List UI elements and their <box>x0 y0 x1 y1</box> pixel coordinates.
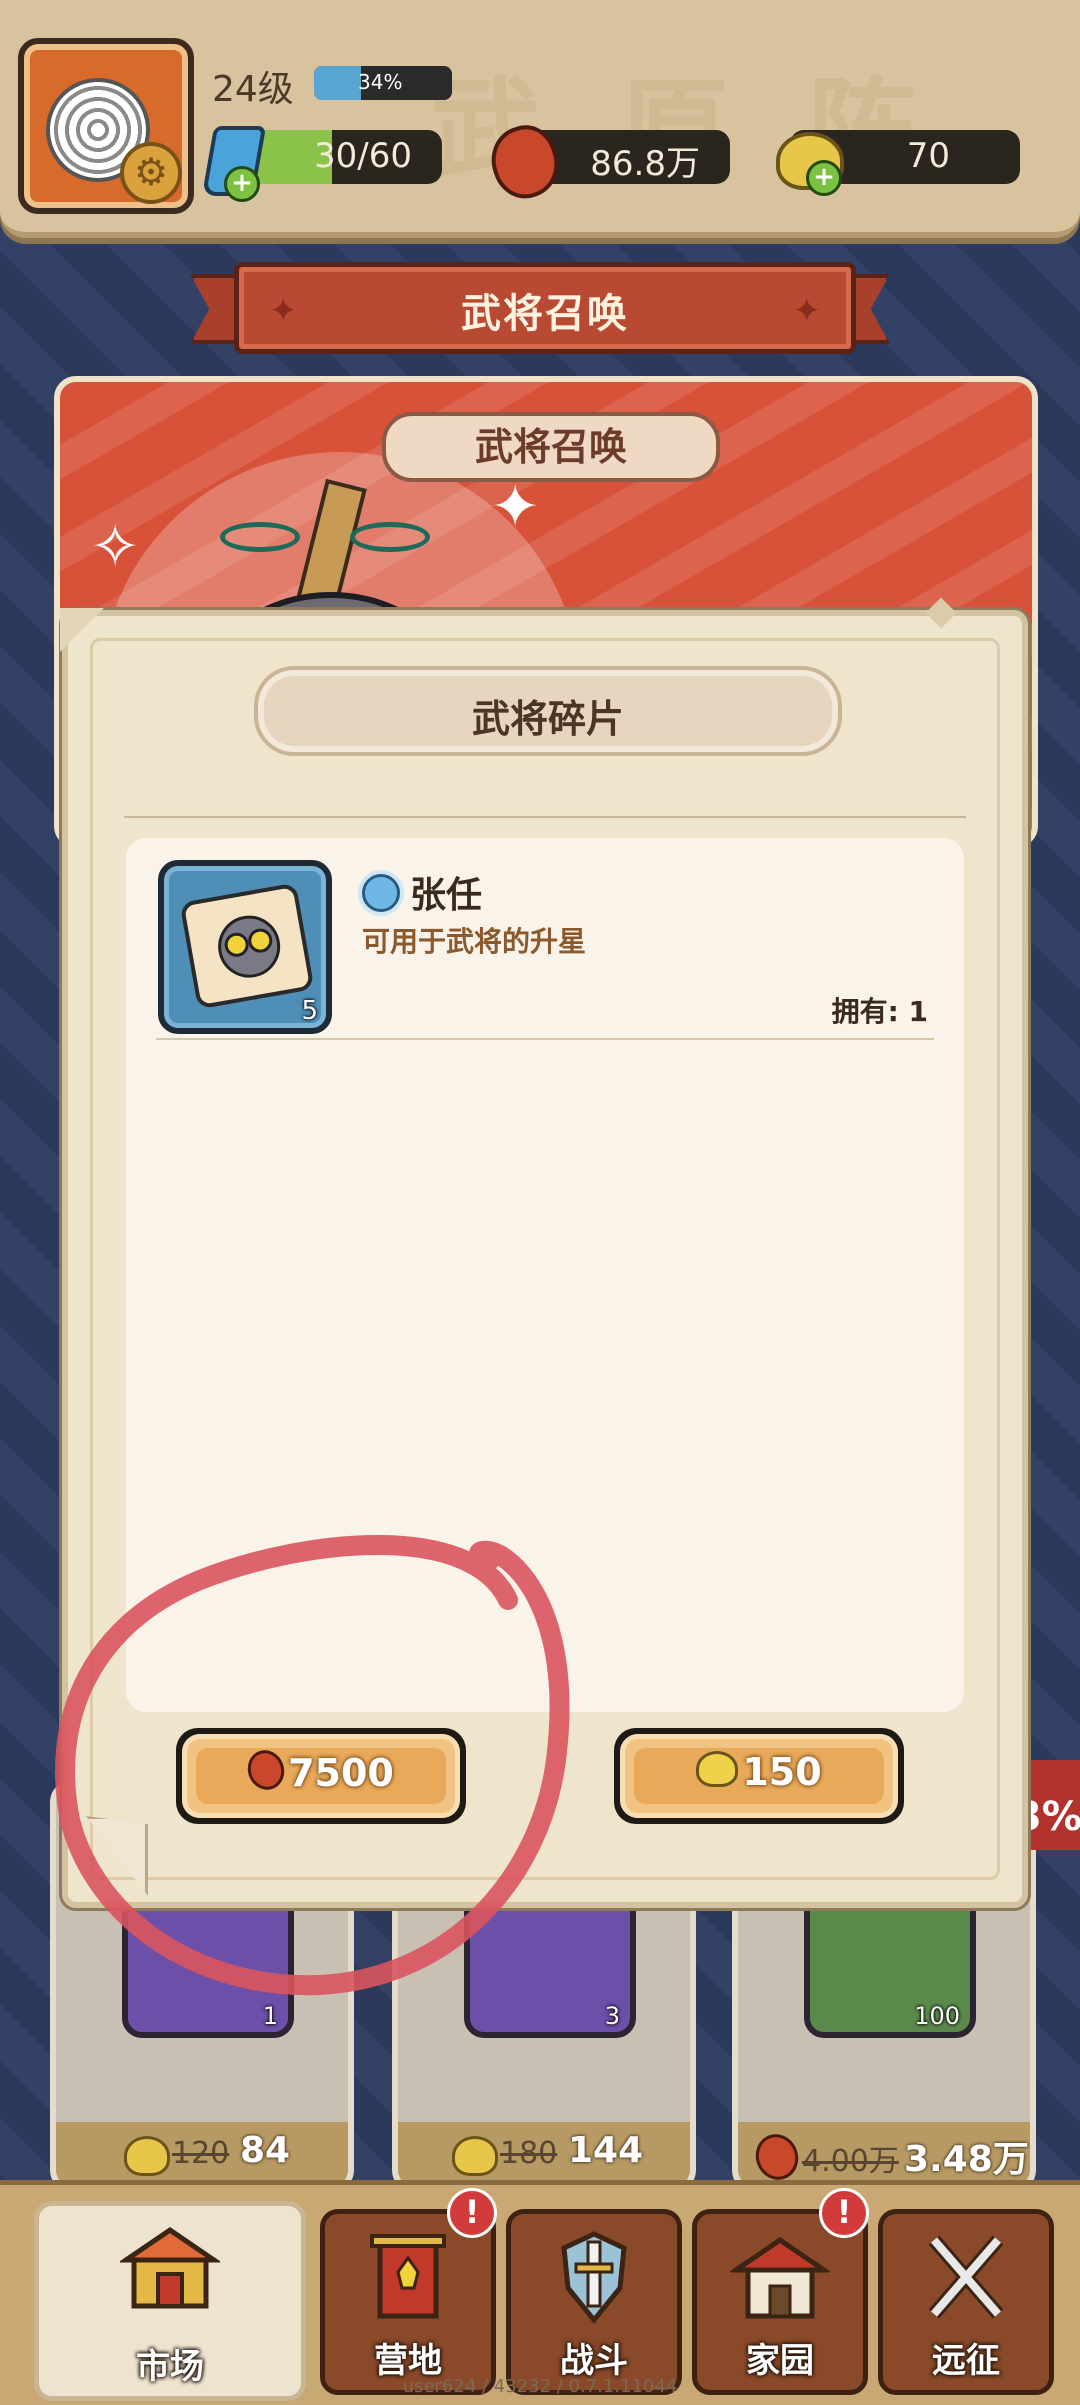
add-bun-icon[interactable]: + <box>806 160 842 196</box>
buy-with-beans-button[interactable]: 7500 <box>176 1728 466 1824</box>
nav-item-battle[interactable]: 战斗 <box>506 2209 682 2395</box>
energy-value: 30/60 <box>314 136 412 176</box>
expedition-icon <box>928 2235 1004 2319</box>
buy-buns-price: 150 <box>742 1750 822 1794</box>
buy-buns-label: 150 <box>614 1750 904 1794</box>
bun-icon <box>452 2136 498 2176</box>
buy-with-buns-button[interactable]: 150 <box>614 1728 904 1824</box>
banner-title: 武将召唤 <box>461 291 629 337</box>
shard-hero-face <box>213 910 286 983</box>
hero-shard-icon: 5 <box>158 860 332 1034</box>
item-detail-modal: 武将碎片 5 张任 可用于武将的升星 拥有: 1 7500 150 <box>60 597 1028 1908</box>
price-old: 180 <box>500 2136 558 2171</box>
shop-price-bar: 120 84 <box>56 2122 348 2186</box>
top-hud: 武 原 阵 ⚙ 24级 34% 30/60 + 86.8万 70 + <box>0 0 1080 238</box>
price-new: 144 <box>568 2130 644 2171</box>
hero-horn <box>220 522 300 552</box>
shop-price-bar: 180 144 <box>398 2122 690 2186</box>
item-description: 可用于武将的升星 <box>362 925 587 958</box>
nav-label: 远征 <box>932 2341 1000 2381</box>
shop-item-qty: 1 <box>262 2002 278 2030</box>
alert-badge-icon: ! <box>819 2188 869 2238</box>
shard-goggle <box>246 926 275 955</box>
price-new: 3.48万 <box>904 2139 1029 2180</box>
price-old: 120 <box>172 2136 230 2171</box>
modal-title-plate: 武将碎片 <box>254 666 842 756</box>
price-new: 84 <box>240 2130 291 2171</box>
market-icon <box>120 2226 220 2309</box>
nav-label: 营地 <box>374 2341 442 2381</box>
section-banner: ✦ ✦ 武将召唤 <box>190 262 890 354</box>
nav-label: 战斗 <box>560 2341 628 2381</box>
item-quantity: 5 <box>301 996 318 1026</box>
add-energy-icon[interactable]: + <box>224 166 260 202</box>
item-info-panel: 5 张任 可用于武将的升星 拥有: 1 <box>126 838 964 1712</box>
item-name: 张任 <box>410 875 483 916</box>
version-label: user624 / 43232 / 0.7.1.11044 <box>402 2376 678 2397</box>
nav-item-expedition[interactable]: 远征 <box>878 2209 1054 2395</box>
nav-item-market[interactable]: 市场 <box>34 2201 306 2401</box>
modal-title: 武将碎片 <box>471 697 624 741</box>
panel-divider <box>156 1038 934 1040</box>
bun-icon <box>696 1751 739 1787</box>
owned-count: 拥有: 1 <box>831 995 928 1028</box>
player-avatar[interactable]: ⚙ <box>18 38 194 214</box>
player-level: 24级 <box>212 69 294 110</box>
xp-bar: 34% <box>314 66 452 100</box>
sparkle-icon: ✦ <box>490 472 541 542</box>
nav-label: 家园 <box>746 2341 814 2381</box>
bean-value: 86.8万 <box>590 144 700 184</box>
battle-icon <box>561 2231 627 2324</box>
modal-divider <box>124 816 966 818</box>
home-icon <box>730 2236 830 2319</box>
shop-price-bar: 4.00万 3.48万 <box>738 2122 1030 2186</box>
alert-badge-icon: ! <box>447 2188 497 2238</box>
nav-item-camp[interactable]: 营地 ! <box>320 2188 497 2395</box>
puzzle-piece-icon <box>179 882 315 1010</box>
xp-percent: 34% <box>358 70 403 94</box>
hero-horn <box>350 522 430 552</box>
price-old: 4.00万 <box>802 2144 899 2179</box>
shop-item-qty: 3 <box>604 2002 620 2030</box>
camp-icon <box>370 2234 446 2319</box>
bun-value: 70 <box>906 136 950 176</box>
settings-gear-icon[interactable]: ⚙ <box>120 142 182 204</box>
nav-item-home[interactable]: 家园 ! <box>692 2188 869 2395</box>
buy-beans-price: 7500 <box>288 1751 394 1795</box>
shard-goggle <box>222 930 251 959</box>
bean-icon <box>749 2128 805 2186</box>
xp-fill <box>314 66 361 100</box>
shop-item-qty: 100 <box>914 2002 960 2030</box>
banner-plate: ✦ ✦ 武将召唤 <box>234 262 856 354</box>
bottom-nav: 市场 营地 ! 战斗 家园 ! 远征 <box>0 2180 1080 2405</box>
rarity-gem-icon <box>362 874 400 912</box>
buy-beans-label: 7500 <box>176 1745 466 1795</box>
bean-icon <box>242 1745 290 1795</box>
summon-card-title: 武将召唤 <box>382 412 720 482</box>
sparkle-icon: ✧ <box>90 512 141 582</box>
bun-icon <box>124 2136 170 2176</box>
